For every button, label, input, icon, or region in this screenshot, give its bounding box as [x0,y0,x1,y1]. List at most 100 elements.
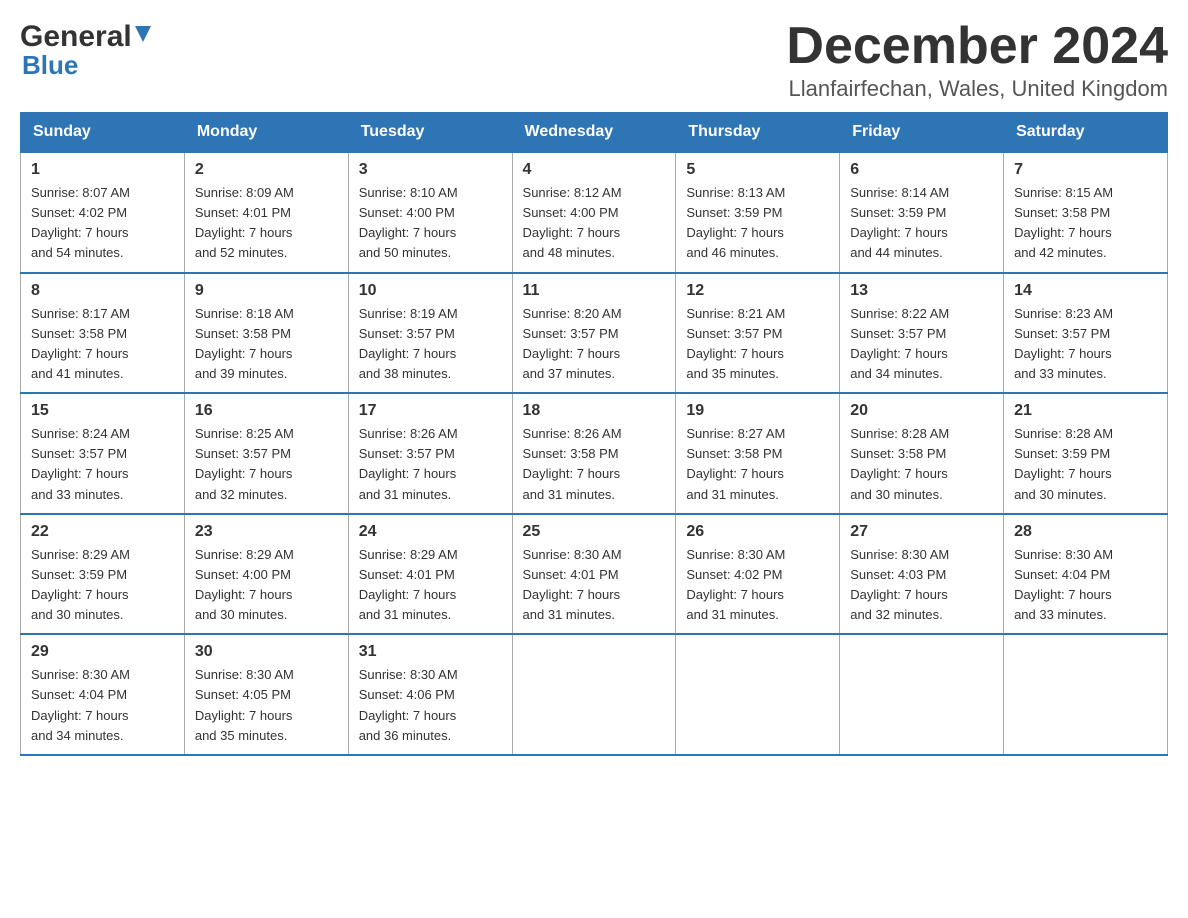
day-number: 4 [523,161,666,179]
day-number: 28 [1014,523,1157,541]
calendar-cell: 24 Sunrise: 8:29 AMSunset: 4:01 PMDaylig… [348,514,512,635]
day-info: Sunrise: 8:30 AMSunset: 4:01 PMDaylight:… [523,545,666,626]
col-thursday: Thursday [676,113,840,153]
calendar-cell: 2 Sunrise: 8:09 AMSunset: 4:01 PMDayligh… [184,152,348,273]
calendar-week-3: 15 Sunrise: 8:24 AMSunset: 3:57 PMDaylig… [21,393,1168,514]
day-number: 21 [1014,402,1157,420]
day-info: Sunrise: 8:21 AMSunset: 3:57 PMDaylight:… [686,304,829,385]
day-info: Sunrise: 8:12 AMSunset: 4:00 PMDaylight:… [523,183,666,264]
day-number: 23 [195,523,338,541]
day-number: 27 [850,523,993,541]
calendar-week-4: 22 Sunrise: 8:29 AMSunset: 3:59 PMDaylig… [21,514,1168,635]
day-info: Sunrise: 8:15 AMSunset: 3:58 PMDaylight:… [1014,183,1157,264]
logo-row: General [20,20,151,54]
day-info: Sunrise: 8:26 AMSunset: 3:58 PMDaylight:… [523,424,666,505]
day-number: 9 [195,282,338,300]
day-number: 3 [359,161,502,179]
calendar-cell: 28 Sunrise: 8:30 AMSunset: 4:04 PMDaylig… [1004,514,1168,635]
day-info: Sunrise: 8:29 AMSunset: 4:01 PMDaylight:… [359,545,502,626]
calendar-cell: 30 Sunrise: 8:30 AMSunset: 4:05 PMDaylig… [184,634,348,755]
calendar-cell: 3 Sunrise: 8:10 AMSunset: 4:00 PMDayligh… [348,152,512,273]
col-wednesday: Wednesday [512,113,676,153]
location: Llanfairfechan, Wales, United Kingdom [786,76,1168,102]
day-number: 13 [850,282,993,300]
calendar-cell: 19 Sunrise: 8:27 AMSunset: 3:58 PMDaylig… [676,393,840,514]
logo-blue-text: Blue [22,50,78,81]
day-number: 31 [359,643,502,661]
day-number: 14 [1014,282,1157,300]
day-info: Sunrise: 8:14 AMSunset: 3:59 PMDaylight:… [850,183,993,264]
calendar-cell: 22 Sunrise: 8:29 AMSunset: 3:59 PMDaylig… [21,514,185,635]
day-info: Sunrise: 8:22 AMSunset: 3:57 PMDaylight:… [850,304,993,385]
day-number: 24 [359,523,502,541]
day-info: Sunrise: 8:23 AMSunset: 3:57 PMDaylight:… [1014,304,1157,385]
calendar-cell: 11 Sunrise: 8:20 AMSunset: 3:57 PMDaylig… [512,273,676,394]
calendar-cell: 25 Sunrise: 8:30 AMSunset: 4:01 PMDaylig… [512,514,676,635]
day-number: 16 [195,402,338,420]
calendar-cell: 4 Sunrise: 8:12 AMSunset: 4:00 PMDayligh… [512,152,676,273]
day-info: Sunrise: 8:13 AMSunset: 3:59 PMDaylight:… [686,183,829,264]
day-number: 26 [686,523,829,541]
calendar-cell: 5 Sunrise: 8:13 AMSunset: 3:59 PMDayligh… [676,152,840,273]
col-sunday: Sunday [21,113,185,153]
calendar-cell: 15 Sunrise: 8:24 AMSunset: 3:57 PMDaylig… [21,393,185,514]
day-info: Sunrise: 8:27 AMSunset: 3:58 PMDaylight:… [686,424,829,505]
day-info: Sunrise: 8:29 AMSunset: 4:00 PMDaylight:… [195,545,338,626]
day-info: Sunrise: 8:30 AMSunset: 4:02 PMDaylight:… [686,545,829,626]
day-info: Sunrise: 8:30 AMSunset: 4:04 PMDaylight:… [31,665,174,746]
day-info: Sunrise: 8:09 AMSunset: 4:01 PMDaylight:… [195,183,338,264]
day-number: 1 [31,161,174,179]
calendar-cell [512,634,676,755]
day-info: Sunrise: 8:28 AMSunset: 3:58 PMDaylight:… [850,424,993,505]
calendar-week-2: 8 Sunrise: 8:17 AMSunset: 3:58 PMDayligh… [21,273,1168,394]
day-number: 19 [686,402,829,420]
day-info: Sunrise: 8:26 AMSunset: 3:57 PMDaylight:… [359,424,502,505]
day-info: Sunrise: 8:30 AMSunset: 4:03 PMDaylight:… [850,545,993,626]
day-info: Sunrise: 8:30 AMSunset: 4:06 PMDaylight:… [359,665,502,746]
day-number: 2 [195,161,338,179]
day-info: Sunrise: 8:18 AMSunset: 3:58 PMDaylight:… [195,304,338,385]
calendar-header-row: Sunday Monday Tuesday Wednesday Thursday… [21,113,1168,153]
day-number: 15 [31,402,174,420]
calendar-week-1: 1 Sunrise: 8:07 AMSunset: 4:02 PMDayligh… [21,152,1168,273]
day-info: Sunrise: 8:30 AMSunset: 4:04 PMDaylight:… [1014,545,1157,626]
logo-triangle-icon [135,26,151,47]
day-info: Sunrise: 8:10 AMSunset: 4:00 PMDaylight:… [359,183,502,264]
calendar-cell [1004,634,1168,755]
calendar-cell [676,634,840,755]
calendar-cell: 13 Sunrise: 8:22 AMSunset: 3:57 PMDaylig… [840,273,1004,394]
day-number: 25 [523,523,666,541]
day-info: Sunrise: 8:07 AMSunset: 4:02 PMDaylight:… [31,183,174,264]
day-number: 17 [359,402,502,420]
calendar-cell: 9 Sunrise: 8:18 AMSunset: 3:58 PMDayligh… [184,273,348,394]
calendar-cell: 20 Sunrise: 8:28 AMSunset: 3:58 PMDaylig… [840,393,1004,514]
day-number: 8 [31,282,174,300]
calendar-cell: 14 Sunrise: 8:23 AMSunset: 3:57 PMDaylig… [1004,273,1168,394]
day-number: 12 [686,282,829,300]
calendar-cell: 10 Sunrise: 8:19 AMSunset: 3:57 PMDaylig… [348,273,512,394]
title-block: December 2024 Llanfairfechan, Wales, Uni… [786,20,1168,102]
calendar-cell: 26 Sunrise: 8:30 AMSunset: 4:02 PMDaylig… [676,514,840,635]
col-monday: Monday [184,113,348,153]
calendar-cell: 17 Sunrise: 8:26 AMSunset: 3:57 PMDaylig… [348,393,512,514]
day-number: 11 [523,282,666,300]
day-info: Sunrise: 8:24 AMSunset: 3:57 PMDaylight:… [31,424,174,505]
calendar-table: Sunday Monday Tuesday Wednesday Thursday… [20,112,1168,756]
day-info: Sunrise: 8:28 AMSunset: 3:59 PMDaylight:… [1014,424,1157,505]
day-info: Sunrise: 8:25 AMSunset: 3:57 PMDaylight:… [195,424,338,505]
day-number: 22 [31,523,174,541]
day-number: 30 [195,643,338,661]
col-friday: Friday [840,113,1004,153]
col-tuesday: Tuesday [348,113,512,153]
calendar-week-5: 29 Sunrise: 8:30 AMSunset: 4:04 PMDaylig… [21,634,1168,755]
page-header: General Blue December 2024 Llanfairfecha… [20,20,1168,102]
day-number: 5 [686,161,829,179]
day-info: Sunrise: 8:30 AMSunset: 4:05 PMDaylight:… [195,665,338,746]
day-info: Sunrise: 8:19 AMSunset: 3:57 PMDaylight:… [359,304,502,385]
day-info: Sunrise: 8:29 AMSunset: 3:59 PMDaylight:… [31,545,174,626]
calendar-cell: 1 Sunrise: 8:07 AMSunset: 4:02 PMDayligh… [21,152,185,273]
calendar-cell: 7 Sunrise: 8:15 AMSunset: 3:58 PMDayligh… [1004,152,1168,273]
calendar-cell: 27 Sunrise: 8:30 AMSunset: 4:03 PMDaylig… [840,514,1004,635]
day-number: 29 [31,643,174,661]
day-number: 6 [850,161,993,179]
